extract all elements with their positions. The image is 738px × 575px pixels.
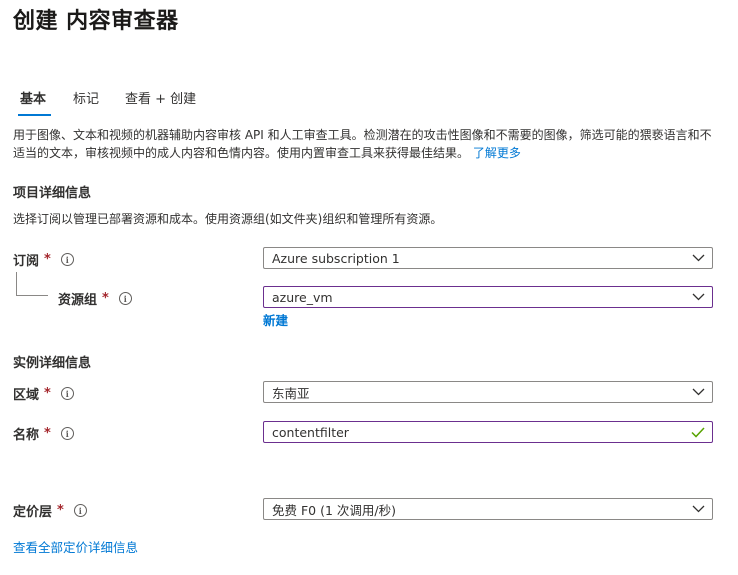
name-value: contentfilter xyxy=(272,424,349,440)
required-marker: * xyxy=(44,426,51,441)
resource-group-value: azure_vm xyxy=(272,289,333,305)
page-title: 创建 内容审查器 xyxy=(13,9,179,34)
checkmark-icon xyxy=(684,421,712,443)
required-marker: * xyxy=(44,386,51,401)
pricing-tier-label: 定价层 * i xyxy=(13,501,87,520)
chevron-down-icon xyxy=(684,498,712,520)
tree-connector-vertical xyxy=(16,272,17,295)
info-icon[interactable]: i xyxy=(60,427,74,440)
subscription-value: Azure subscription 1 xyxy=(272,250,400,266)
required-marker: * xyxy=(44,252,51,267)
tree-connector-horizontal xyxy=(16,295,48,296)
instance-details-heading: 实例详细信息 xyxy=(13,356,92,371)
project-details-heading: 项目详细信息 xyxy=(13,186,92,201)
description-text: 用于图像、文本和视频的机器辅助内容审核 API 和人工审查工具。检测潜在的攻击性… xyxy=(13,128,712,160)
info-icon[interactable]: i xyxy=(73,504,87,517)
region-label-text: 区域 xyxy=(13,388,40,403)
info-icon[interactable]: i xyxy=(118,292,132,305)
chevron-down-icon xyxy=(684,247,712,269)
view-pricing-details-link[interactable]: 查看全部定价详细信息 xyxy=(13,537,138,556)
chevron-down-icon xyxy=(684,381,712,403)
create-new-resource-group-link[interactable]: 新建 xyxy=(263,310,288,329)
name-label: 名称 * i xyxy=(13,424,74,443)
region-dropdown[interactable]: 东南亚 xyxy=(263,381,713,403)
name-label-text: 名称 xyxy=(13,428,40,443)
pricing-tier-value: 免费 F0 (1 次调用/秒) xyxy=(272,502,396,518)
page-description: 用于图像、文本和视频的机器辅助内容审核 API 和人工审查工具。检测潜在的攻击性… xyxy=(13,126,723,162)
subscription-dropdown[interactable]: Azure subscription 1 xyxy=(263,247,713,269)
tab-tags[interactable]: 标记 xyxy=(73,88,99,107)
info-icon[interactable]: i xyxy=(60,387,74,400)
active-tab-indicator xyxy=(18,114,51,116)
subscription-label-text: 订阅 xyxy=(13,254,40,269)
region-value: 东南亚 xyxy=(272,385,310,401)
tab-review-create[interactable]: 查看 + 创建 xyxy=(125,88,196,107)
info-icon[interactable]: i xyxy=(60,253,74,266)
resource-group-label-text: 资源组 xyxy=(58,293,98,308)
resource-group-dropdown[interactable]: azure_vm xyxy=(263,286,713,308)
project-details-description: 选择订阅以管理已部署资源和成本。使用资源组(如文件夹)组织和管理所有资源。 xyxy=(13,212,443,226)
subscription-label: 订阅 * i xyxy=(13,250,74,269)
learn-more-link[interactable]: 了解更多 xyxy=(473,146,521,160)
required-marker: * xyxy=(102,291,109,306)
pricing-tier-label-text: 定价层 xyxy=(13,505,53,520)
pricing-tier-dropdown[interactable]: 免费 F0 (1 次调用/秒) xyxy=(263,498,713,520)
tab-basics[interactable]: 基本 xyxy=(20,88,46,107)
region-label: 区域 * i xyxy=(13,384,74,403)
name-input[interactable]: contentfilter xyxy=(263,421,713,443)
resource-group-label: 资源组 * i xyxy=(58,289,132,308)
chevron-down-icon xyxy=(684,286,712,308)
required-marker: * xyxy=(57,503,64,518)
